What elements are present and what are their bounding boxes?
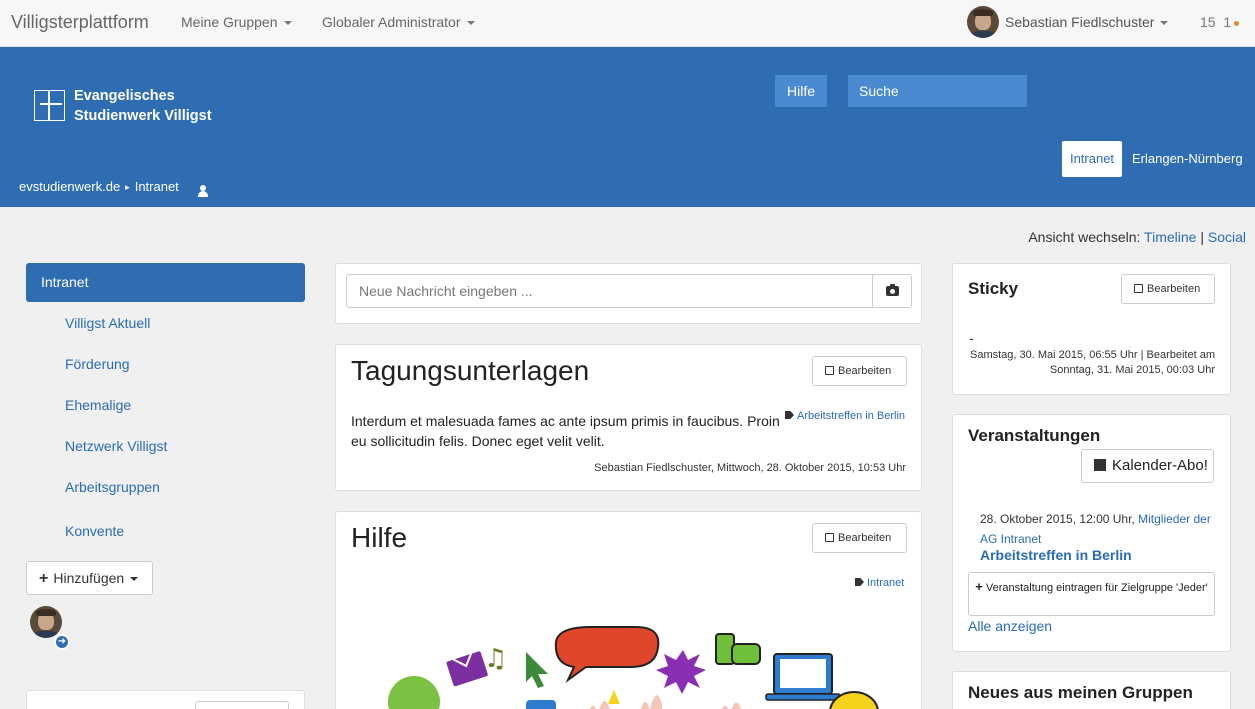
breadcrumb-item[interactable]: evstudienwerk.de bbox=[19, 179, 120, 194]
compose-panel: Neue Nachricht eingeben ... bbox=[335, 263, 922, 324]
sticky-meta: Samstag, 30. Mai 2015, 06:55 Uhr | Bearb… bbox=[970, 349, 1215, 376]
event-title-link[interactable]: Arbeitstreffen in Berlin bbox=[980, 547, 1132, 563]
sticky-panel: Sticky Bearbeiten - Samstag, 30. Mai 201… bbox=[952, 263, 1231, 395]
tag-label: Intranet bbox=[867, 577, 905, 589]
register-label: Veranstaltung eintragen für Zielgruppe '… bbox=[985, 582, 1208, 594]
logo-line-1: Evangelisches bbox=[74, 88, 175, 104]
count-a: 15 bbox=[1200, 14, 1216, 30]
tag-label: Arbeitstreffen in Berlin bbox=[797, 410, 906, 422]
sidebar-item-arbeitsgruppen[interactable]: Arbeitsgruppen bbox=[65, 479, 160, 495]
top-navbar: Villigsterplattform Meine Gruppen Global… bbox=[0, 0, 1255, 47]
logo-icon[interactable] bbox=[34, 90, 65, 121]
menu-label: Meine Gruppen bbox=[181, 14, 278, 30]
count-b: 1 bbox=[1223, 14, 1232, 30]
notification-counts[interactable]: 15 1 bbox=[1200, 14, 1240, 30]
news-panel: Neues aus meinen Gruppen bbox=[952, 671, 1231, 709]
user-menu[interactable]: Sebastian Fiedlschuster bbox=[1005, 14, 1169, 30]
notification-dot-icon bbox=[1234, 20, 1240, 26]
timeline-link[interactable]: Timeline bbox=[1144, 229, 1196, 245]
edit-label: Bearbeiten bbox=[1147, 283, 1201, 295]
menu-meine-gruppen[interactable]: Meine Gruppen bbox=[181, 14, 292, 30]
post-card: Tagungsunterlagen Bearbeiten Arbeitstref… bbox=[335, 344, 922, 491]
tag-icon bbox=[855, 578, 864, 586]
post-tag[interactable]: Arbeitstreffen in Berlin bbox=[785, 410, 905, 422]
news-title: Neues aus meinen Gruppen bbox=[968, 683, 1193, 702]
new-message-input[interactable]: Neue Nachricht eingeben ... bbox=[346, 274, 873, 308]
camera-button[interactable] bbox=[872, 274, 912, 308]
edit-label: Bearbeiten bbox=[838, 532, 892, 544]
avatar[interactable] bbox=[967, 6, 999, 38]
sidebar-panel bbox=[26, 690, 305, 709]
post-body: Interdum et malesuada fames ac ante ipsu… bbox=[351, 413, 780, 449]
sidebar-item-ehemalige[interactable]: Ehemalige bbox=[65, 397, 131, 413]
edit-button[interactable]: Bearbeiten bbox=[812, 356, 907, 386]
chevron-down-icon bbox=[466, 21, 475, 26]
svg-text:♫: ♫ bbox=[484, 644, 507, 674]
user-icon[interactable] bbox=[198, 185, 208, 197]
show-all-link[interactable]: Alle anzeigen bbox=[968, 618, 1052, 634]
site-header: Evangelisches Studienwerk Villigst Hilfe … bbox=[0, 47, 1255, 207]
add-label: Hinzufügen bbox=[53, 570, 125, 586]
post-title: Hilfe bbox=[351, 522, 408, 553]
chevron-down-icon bbox=[130, 577, 139, 582]
member-avatar[interactable] bbox=[30, 606, 62, 638]
plus-icon: + bbox=[975, 579, 983, 594]
sidebar-item-konvente[interactable]: Konvente bbox=[65, 523, 124, 539]
social-link[interactable]: Social bbox=[1208, 229, 1246, 245]
events-title: Veranstaltungen bbox=[968, 426, 1101, 445]
separator: | bbox=[1200, 229, 1204, 245]
sidebar-item-foerderung[interactable]: Förderung bbox=[65, 356, 130, 372]
menu-globaler-administrator[interactable]: Globaler Administrator bbox=[322, 14, 475, 30]
post-title: Tagungsunterlagen bbox=[351, 355, 590, 386]
view-switch: Ansicht wechseln: Timeline | Social bbox=[1028, 229, 1246, 245]
search-input[interactable]: Suche bbox=[848, 75, 1027, 107]
camera-icon bbox=[886, 284, 899, 296]
events-panel: Veranstaltungen Kalender-Abo! 28. Oktobe… bbox=[952, 414, 1231, 652]
help-button[interactable]: Hilfe bbox=[775, 75, 827, 107]
view-switch-label: Ansicht wechseln: bbox=[1028, 229, 1141, 245]
sticky-content: - bbox=[969, 330, 974, 346]
calendar-icon bbox=[1094, 459, 1106, 471]
edit-button[interactable]: Bearbeiten bbox=[1121, 274, 1215, 304]
logo-line-2: Studienwerk Villigst bbox=[74, 108, 212, 124]
tab-erlangen-nuernberg[interactable]: Erlangen-Nürnberg bbox=[1132, 151, 1243, 166]
edit-icon bbox=[825, 366, 834, 375]
chevron-down-icon bbox=[1160, 21, 1169, 26]
breadcrumb: evstudienwerk.de ▸ Intranet bbox=[19, 179, 179, 194]
event-date: 28. Oktober 2015, 12:00 Uhr, Mitglieder … bbox=[980, 509, 1220, 549]
brand-link[interactable]: Villigsterplattform bbox=[11, 12, 149, 33]
sidebar-item-villigst-aktuell[interactable]: Villigst Aktuell bbox=[65, 315, 150, 331]
sidebar-item-netzwerk[interactable]: Netzwerk Villigst bbox=[65, 438, 167, 454]
user-name: Sebastian Fiedlschuster bbox=[1005, 14, 1155, 30]
chevron-down-icon bbox=[283, 21, 292, 26]
social-media-illustration: ♫ bbox=[388, 626, 879, 709]
edit-button[interactable]: Bearbeiten bbox=[812, 523, 907, 553]
edit-icon bbox=[1134, 284, 1143, 293]
event-date-text: 28. Oktober 2015, 12:00 Uhr, bbox=[980, 512, 1135, 526]
chevron-right-icon: ▸ bbox=[125, 182, 130, 192]
edit-icon bbox=[825, 533, 834, 542]
sticky-title: Sticky bbox=[968, 279, 1019, 298]
post-tag[interactable]: Intranet bbox=[855, 577, 904, 589]
register-event-button[interactable]: + Veranstaltung eintragen für Zielgruppe … bbox=[968, 572, 1215, 616]
arrow-right-icon[interactable]: ➜ bbox=[54, 634, 70, 650]
calendar-label: Kalender-Abo! bbox=[1112, 457, 1208, 474]
panel-button[interactable] bbox=[195, 701, 289, 709]
tab-intranet[interactable]: Intranet bbox=[1062, 141, 1122, 177]
sidebar-item-intranet[interactable]: Intranet bbox=[26, 263, 305, 302]
post-card: Hilfe Bearbeiten Intranet ♫ bbox=[335, 511, 922, 709]
breadcrumb-item[interactable]: Intranet bbox=[135, 179, 179, 194]
calendar-subscribe-button[interactable]: Kalender-Abo! bbox=[1081, 449, 1214, 483]
post-meta: Sebastian Fiedlschuster, Mittwoch, 28. O… bbox=[594, 462, 906, 474]
logo-text[interactable]: Evangelisches Studienwerk Villigst bbox=[74, 86, 212, 126]
menu-label: Globaler Administrator bbox=[322, 14, 461, 30]
edit-label: Bearbeiten bbox=[838, 365, 892, 377]
plus-icon: + bbox=[39, 570, 49, 587]
add-button[interactable]: + Hinzufügen bbox=[26, 561, 153, 595]
